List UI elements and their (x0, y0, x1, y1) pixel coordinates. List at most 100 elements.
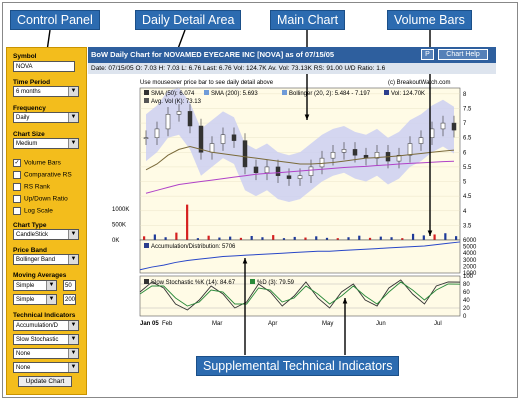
frequency-value: Daily (16, 115, 30, 121)
candle-body (176, 111, 182, 115)
time-period-value: 6 months (16, 89, 41, 95)
candle-body (209, 143, 215, 153)
y-tick-label: 8 (463, 92, 467, 98)
candle-body (187, 111, 193, 127)
indicator-value: None (16, 365, 31, 371)
ma2-period-input[interactable]: 200 (63, 294, 76, 305)
x-tick-label: Feb (162, 321, 173, 327)
volume-bar (218, 237, 221, 240)
legend-entry: Vol: 124.70K (391, 91, 425, 97)
checkbox-box[interactable]: ✓ (13, 159, 21, 167)
checkbox-box[interactable] (13, 183, 21, 191)
indicator-value: Accumulation/D (16, 323, 59, 329)
y-tick-label: 7 (463, 121, 467, 127)
volume-bar (293, 236, 296, 240)
legend-swatch (384, 90, 389, 95)
indicator-value: Slow Stochastic (16, 337, 59, 343)
legend-swatch (144, 279, 149, 284)
candle-body (220, 134, 226, 144)
legend-entry: %D (3): 79.59 (257, 280, 295, 286)
legend-entry: SMA (50): 6.074 (151, 91, 195, 97)
legend-swatch (144, 243, 149, 248)
time-period-select[interactable]: 6 months ▼ (13, 86, 79, 97)
volume-bar (411, 233, 415, 240)
y-tick-label: 5000 (463, 245, 477, 251)
accumulation-distribution-chart: 600050004000300020001000Accumulation/Dis… (139, 238, 477, 277)
chevron-down-icon: ▼ (68, 230, 78, 239)
technical-indicators-label: Technical Indicators (13, 312, 76, 319)
moving-averages-label: Moving Averages (13, 272, 67, 279)
legend-entry: Bollinger (20, 2): 5.484 - 7.197 (289, 91, 371, 97)
ma2-type-select[interactable]: Simple ▼ (13, 294, 57, 305)
x-tick-label: Mar (212, 321, 222, 327)
volume-bar (315, 236, 318, 240)
checkbox-comparative-rs[interactable]: Comparative RS (13, 171, 72, 179)
chevron-down-icon: ▼ (46, 295, 56, 304)
mouseover-note: Use mouseover price bar to see daily det… (140, 80, 274, 86)
volume-bar (250, 236, 253, 240)
checkbox-box[interactable] (13, 171, 21, 179)
indicator-value: None (16, 351, 31, 357)
checkbox-box[interactable] (13, 207, 21, 215)
candle-body (165, 114, 171, 130)
chevron-down-icon: ▼ (68, 87, 78, 96)
ma1-type-select[interactable]: Simple ▼ (13, 280, 57, 291)
chart-type-select[interactable]: CandleStick ▼ (13, 229, 79, 240)
candle-body (253, 166, 259, 174)
volume-bar (358, 235, 361, 240)
candle-body (231, 134, 237, 141)
chart-title: BoW Daily Chart for NOVAMED EYECARE INC … (91, 50, 335, 59)
print-button[interactable]: P (421, 49, 434, 60)
y-tick-label: 6 (463, 150, 467, 156)
candle-body (319, 157, 325, 168)
y-tick-label: 0K (112, 238, 119, 244)
chart-help-button[interactable]: Chart Help (438, 49, 488, 60)
candle-body (440, 122, 446, 130)
checkbox-label: Up/Down Ratio (24, 195, 68, 203)
candle-body (407, 143, 413, 156)
callout-volume-bars: Volume Bars (387, 10, 472, 30)
y-tick-label: 4 (463, 209, 467, 215)
callout-supplemental: Supplemental Technical Indicators (196, 356, 400, 376)
price-band-select[interactable]: Bollinger Band ▼ (13, 254, 79, 265)
checkbox-log-scale[interactable]: Log Scale (13, 207, 53, 215)
copyright-note: (c) BreakoutWatch.com (388, 80, 451, 86)
ma1-period-input[interactable]: 50 (63, 280, 76, 291)
x-tick-label: Jun (376, 321, 386, 327)
chevron-down-icon: ▼ (68, 139, 78, 148)
indicator-select-4[interactable]: None ▼ (13, 362, 79, 373)
update-chart-button[interactable]: Update Chart (18, 376, 72, 387)
indicator-select-2[interactable]: Slow Stochastic ▼ (13, 334, 79, 345)
y-tick-label: 6000 (463, 238, 477, 244)
volume-bar (455, 236, 458, 240)
checkbox-volume-bars[interactable]: ✓ Volume Bars (13, 159, 61, 167)
volume-bar (304, 237, 307, 240)
volume-bar (368, 237, 372, 240)
frequency-select[interactable]: Daily ▼ (13, 112, 79, 123)
symbol-input[interactable]: NOVA (13, 61, 75, 72)
chart-header: BoW Daily Chart for NOVAMED EYECARE INC … (88, 47, 496, 63)
x-tick-label: Apr (268, 321, 277, 327)
y-tick-label: 2000 (463, 264, 477, 270)
chevron-down-icon: ▼ (68, 335, 78, 344)
legend-entry: Accumulation/Distribution: 5706 (151, 244, 236, 250)
legend-swatch (144, 90, 149, 95)
checkbox-rs-rank[interactable]: RS Rank (13, 183, 50, 191)
daily-detail-bar: Date: 07/15/05 O: 7.03 H: 7.03 L: 6.76 L… (88, 63, 496, 74)
y-tick-label: 80 (463, 282, 470, 288)
volume-bar (390, 237, 393, 240)
y-tick-label: 1000K (112, 207, 129, 213)
checkbox-box[interactable] (13, 195, 21, 203)
control-panel: Symbol NOVA Time Period 6 months ▼ Freque… (6, 47, 87, 395)
chevron-down-icon: ▼ (68, 321, 78, 330)
indicator-select-1[interactable]: Accumulation/D ▼ (13, 320, 79, 331)
legend-swatch (282, 90, 287, 95)
x-tick-label: May (322, 321, 333, 327)
checkbox-up-down-ratio[interactable]: Up/Down Ratio (13, 195, 68, 203)
indicator-select-3[interactable]: None ▼ (13, 348, 79, 359)
chart-size-select[interactable]: Medium ▼ (13, 138, 79, 149)
slow-stochastic-chart: 100 80 60 40 20 0 Slow Stochastic %K (14): 84.… (139, 274, 474, 327)
volume-bar (261, 237, 264, 240)
chevron-down-icon: ▼ (68, 113, 78, 122)
y-tick-label: 100 (463, 274, 474, 280)
